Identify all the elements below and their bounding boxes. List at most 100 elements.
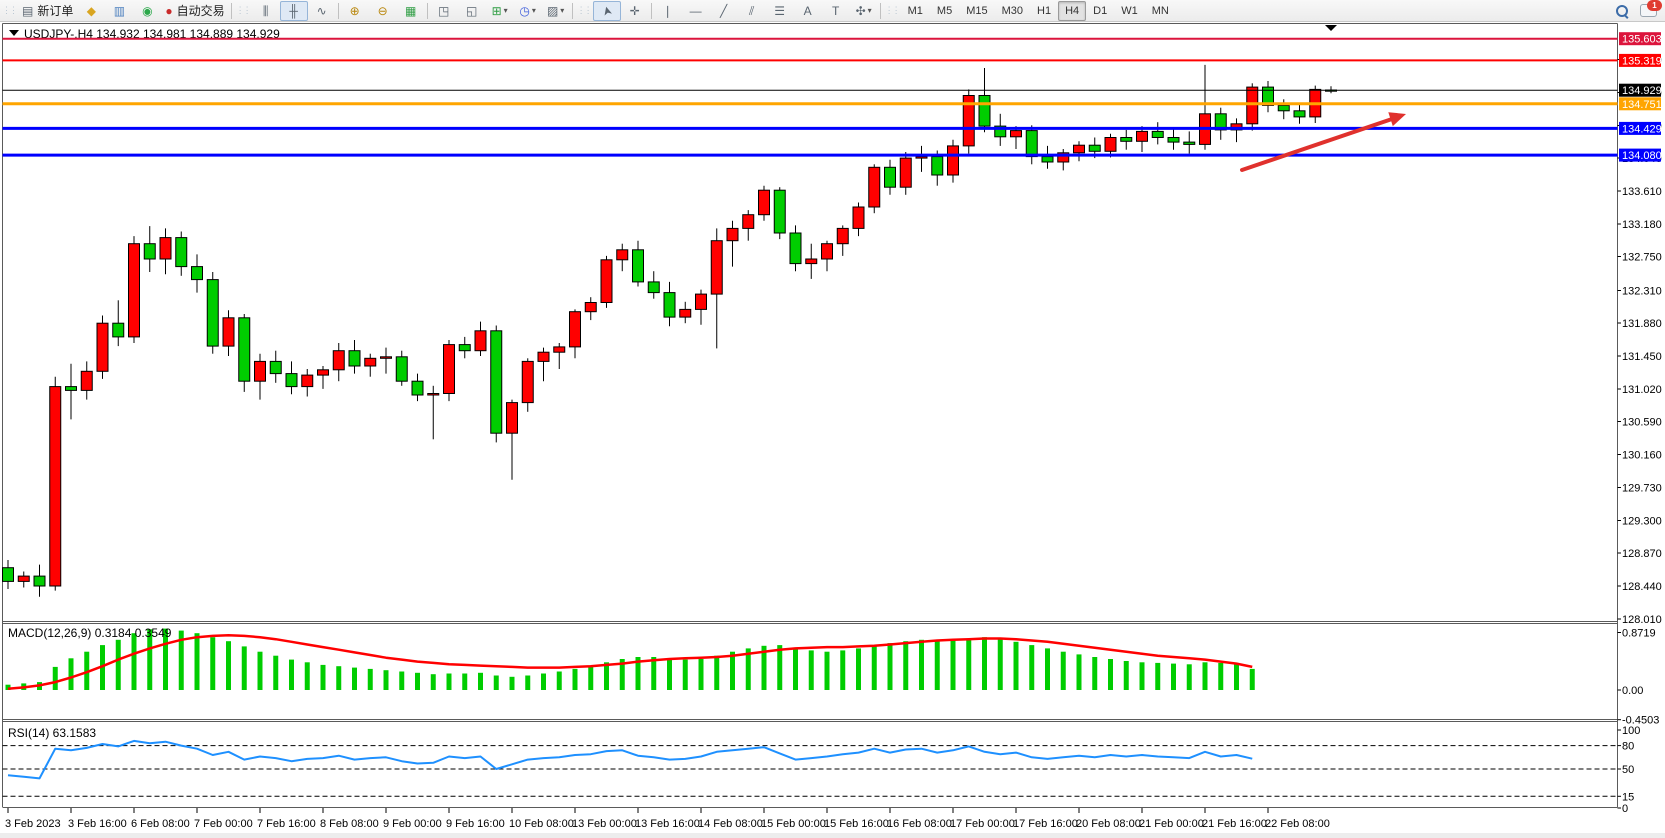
chart-element: 9 Feb 00:00 [383,818,442,830]
new-order-button[interactable]: ▤新订单 [18,1,77,21]
timeframe-H4[interactable]: H4 [1058,1,1086,21]
chart-element: 133.180 [1622,219,1662,231]
chart-element [1247,87,1258,124]
new-order-icon: ▤ [22,2,33,20]
chart-element [1250,669,1255,690]
template-button[interactable]: ▨▾ [542,1,570,21]
horizontal-line-button[interactable]: ― [682,1,710,21]
dropdown-arrow-icon[interactable]: ▾ [560,6,564,15]
chart-canvas[interactable]: 128.010128.440128.870129.300129.730130.1… [0,0,1665,838]
trendline-button[interactable]: ╱ [710,1,738,21]
new-chart-button[interactable]: ⊞▾ [486,1,514,21]
fibonacci-button[interactable]: ☰ [766,1,794,21]
chart-element [113,323,124,337]
timeframe-D1[interactable]: D1 [1086,1,1114,21]
chart-element [286,374,297,387]
autotrade-ball-button[interactable]: ●自动交易 [161,1,228,21]
channel-button[interactable]: ⫽ [738,1,766,21]
new-order-label: 新订单 [37,2,73,19]
chart-element [840,650,845,690]
vertical-line-button[interactable]: ❘ [654,1,682,21]
candlestick-button[interactable]: ╫ [280,1,308,21]
chart-element [50,387,61,586]
chart-element: 135.319 [1622,55,1662,67]
chart-element [226,641,231,690]
chart-element [743,215,754,229]
period-clock-button[interactable]: ◷▾ [514,1,542,21]
timeframe-M5[interactable]: M5 [930,1,959,21]
label-t-button[interactable]: T [822,1,850,21]
chart-element: 128.870 [1622,548,1662,560]
chart-element [1108,659,1113,690]
market-watch-button[interactable]: ▥ [105,1,133,21]
chart-element [759,190,770,215]
signals-button[interactable]: ◉ [133,1,161,21]
chart-element [1074,145,1085,153]
chart-element [399,672,404,691]
autotrade-ball-icon: ● [165,2,172,20]
chart-element [790,233,801,264]
chart-element [396,357,407,381]
timeframe-H1[interactable]: H1 [1030,1,1058,21]
tile-windows-icon: ▦ [405,2,416,20]
chat-icon[interactable]: 1 [1640,4,1657,17]
chart-element: 100 [1622,725,1640,737]
chart-element [806,259,817,264]
dropdown-arrow-icon[interactable]: ▾ [504,6,508,15]
toolbar-separator [880,3,881,19]
zoom-out-button[interactable]: ⊖ [369,1,397,21]
crosshair-button[interactable]: ✛ [621,1,649,21]
timeframe-W1[interactable]: W1 [1114,1,1145,21]
chart-element [919,640,924,690]
timeframe-MN[interactable]: MN [1145,1,1176,21]
zoom-in-button[interactable]: ⊕ [341,1,369,21]
chart-element [53,667,58,690]
timeframe-M1[interactable]: M1 [901,1,930,21]
chart-element [431,674,436,690]
chart-element [1089,145,1100,151]
chart-element [1092,657,1097,690]
bar-chart-button[interactable]: ⫼ [252,1,280,21]
chart-element [951,641,956,691]
chart-element: 0.00 [1622,685,1643,697]
chart-element: 0.8719 [1622,628,1656,640]
timeframe-M30[interactable]: M30 [995,1,1030,21]
line-chart-button[interactable]: ∿ [308,1,336,21]
dropdown-arrow-icon[interactable]: ▾ [532,6,536,15]
chart-element [81,371,92,390]
chart-element: 50 [1622,764,1634,776]
chart-element [1011,131,1022,137]
dropdown-arrow-icon[interactable]: ▾ [868,6,872,15]
tile-windows-button[interactable]: ▦ [397,1,425,21]
period-clock-icon: ◷ [519,2,529,20]
chart-element [900,158,911,187]
timeframe-M15[interactable]: M15 [959,1,994,21]
toolbar-separator [572,3,573,19]
label-t-icon: T [832,2,839,20]
chart-element [66,387,77,391]
arrange-up-button[interactable]: ◳ [430,1,458,21]
chart-element [333,351,344,370]
notification-badge: 1 [1647,0,1662,11]
chart-element [428,394,439,396]
chart-element [1077,654,1082,690]
new-chart-icon: ⊞ [492,2,502,20]
chart-element [1203,662,1208,690]
chart-element [97,323,108,371]
search-icon[interactable] [1616,5,1628,17]
chart-element: 132.310 [1622,285,1662,297]
text-a-button[interactable]: A [794,1,822,21]
toolbar-grip: ⋮⋮ [577,5,591,16]
shapes-button[interactable]: ✣▾ [850,1,878,21]
chart-element [554,347,565,352]
fibonacci-icon: ☰ [774,2,785,20]
chart-element [239,318,250,381]
chart-element [207,280,218,347]
chart-element [462,674,467,691]
chart-element [132,633,137,690]
charts-profile-button[interactable]: ◆ [77,1,105,21]
chart-element [415,673,420,690]
cursor-button[interactable]: ➤ [593,1,621,21]
chart-element [1029,645,1034,690]
arrange-down-button[interactable]: ◱ [458,1,486,21]
